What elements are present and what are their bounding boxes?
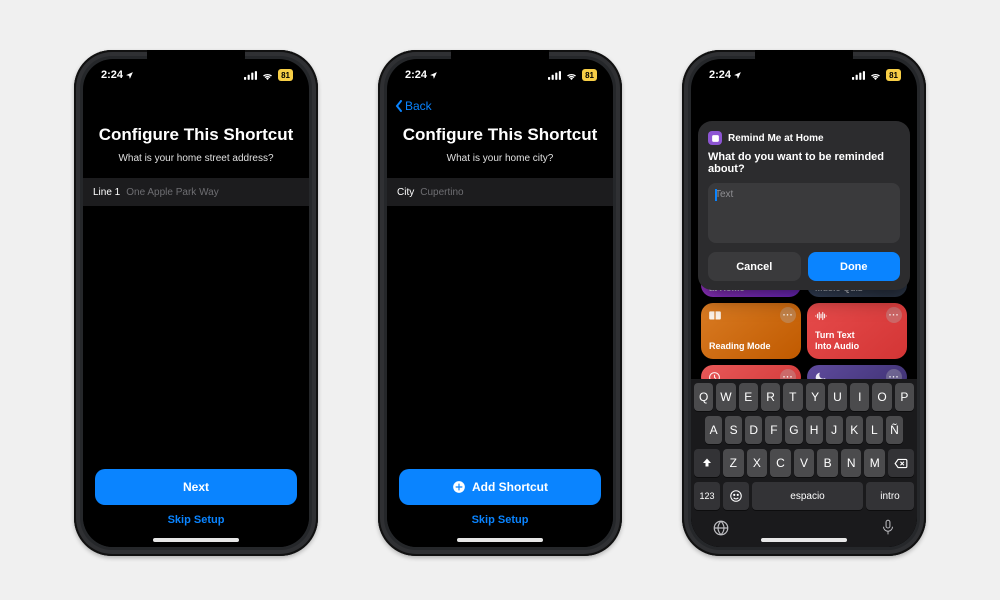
key-y[interactable]: Y <box>806 383 825 411</box>
key-g[interactable]: G <box>785 416 802 444</box>
key-n[interactable]: N <box>841 449 862 477</box>
more-icon[interactable]: ··· <box>780 307 796 323</box>
backspace-icon <box>894 458 908 469</box>
prompt-text-input[interactable]: Text <box>708 183 900 243</box>
shortcut-app-icon <box>708 131 722 145</box>
key-m[interactable]: M <box>864 449 885 477</box>
tile-turn-text-into-audio[interactable]: ··· Turn Text Into Audio <box>807 303 907 359</box>
location-icon <box>733 71 742 80</box>
cell-signal-icon <box>548 71 561 80</box>
keyboard-row-4: 123 espacio intro <box>694 482 914 510</box>
battery-badge: 81 <box>582 69 597 81</box>
key-x[interactable]: X <box>747 449 768 477</box>
status-time: 2:24 <box>101 69 123 81</box>
more-icon[interactable]: ··· <box>886 307 902 323</box>
cell-signal-icon <box>244 71 257 80</box>
status-time: 2:24 <box>709 69 731 81</box>
backspace-key[interactable] <box>888 449 914 477</box>
phone-2: 2:24 81 Back Configure This Shortcut <box>378 50 622 556</box>
page-subtitle: What is your home city? <box>387 153 613 164</box>
add-shortcut-button[interactable]: Add Shortcut <box>399 469 601 505</box>
emoji-key[interactable] <box>723 482 749 510</box>
wifi-icon <box>261 71 274 80</box>
key-e[interactable]: E <box>739 383 758 411</box>
key-i[interactable]: I <box>850 383 869 411</box>
key-h[interactable]: H <box>806 416 823 444</box>
status-bar: 2:24 81 <box>691 59 917 91</box>
key-r[interactable]: R <box>761 383 780 411</box>
key-d[interactable]: D <box>745 416 762 444</box>
next-button[interactable]: Next <box>95 469 297 505</box>
cancel-button[interactable]: Cancel <box>708 252 801 281</box>
key-a[interactable]: A <box>705 416 722 444</box>
key-z[interactable]: Z <box>723 449 744 477</box>
key-o[interactable]: O <box>872 383 891 411</box>
field-placeholder: One Apple Park Way <box>126 187 299 198</box>
page-subtitle: What is your home street address? <box>83 153 309 164</box>
key-k[interactable]: K <box>846 416 863 444</box>
keyboard: QWERTYUIOP ASDFGHJKLÑ ZXCVBNM 123 <box>691 379 917 547</box>
location-icon <box>429 71 438 80</box>
keyboard-row-3: ZXCVBNM <box>694 449 914 477</box>
home-indicator[interactable] <box>457 538 543 542</box>
back-button[interactable]: Back <box>395 99 432 113</box>
field-label: City <box>397 187 414 198</box>
key-f[interactable]: F <box>765 416 782 444</box>
shift-key[interactable] <box>694 449 720 477</box>
shortcuts-grid: at Home Music Quiz ··· Reading Mode <box>691 277 917 389</box>
key-q[interactable]: Q <box>694 383 713 411</box>
keyboard-row-1: QWERTYUIOP <box>694 383 914 411</box>
wifi-icon <box>565 71 578 80</box>
return-key[interactable]: intro <box>866 482 914 510</box>
numbers-key[interactable]: 123 <box>694 482 720 510</box>
key-c[interactable]: C <box>770 449 791 477</box>
home-indicator[interactable] <box>761 538 847 542</box>
field-label: Line 1 <box>93 187 120 198</box>
key-ñ[interactable]: Ñ <box>886 416 903 444</box>
chevron-left-icon <box>395 100 403 112</box>
wifi-icon <box>869 71 882 80</box>
status-time: 2:24 <box>405 69 427 81</box>
key-t[interactable]: T <box>783 383 802 411</box>
key-b[interactable]: B <box>817 449 838 477</box>
location-icon <box>125 71 134 80</box>
shift-icon <box>701 457 713 469</box>
key-s[interactable]: S <box>725 416 742 444</box>
prompt-card: Remind Me at Home What do you want to be… <box>698 121 910 290</box>
address-line1-field[interactable]: Line 1 One Apple Park Way <box>83 178 309 206</box>
phone-1: 2:24 81 Configure This Shortcut What is … <box>74 50 318 556</box>
device-notch <box>451 50 549 72</box>
home-indicator[interactable] <box>153 538 239 542</box>
prompt-app-name: Remind Me at Home <box>728 133 824 144</box>
key-u[interactable]: U <box>828 383 847 411</box>
prompt-question: What do you want to be reminded about? <box>708 151 900 175</box>
page-title: Configure This Shortcut <box>387 125 613 145</box>
globe-icon[interactable] <box>712 519 730 542</box>
done-button[interactable]: Done <box>808 252 901 281</box>
key-p[interactable]: P <box>895 383 914 411</box>
emoji-icon <box>729 489 743 503</box>
tile-reading-mode[interactable]: ··· Reading Mode <box>701 303 801 359</box>
phone-3: 2:24 81 Remind Me at Home <box>682 50 926 556</box>
keyboard-row-2: ASDFGHJKLÑ <box>694 416 914 444</box>
cell-signal-icon <box>852 71 865 80</box>
mic-icon[interactable] <box>880 519 896 542</box>
city-field[interactable]: City Cupertino <box>387 178 613 206</box>
key-v[interactable]: V <box>794 449 815 477</box>
page-title: Configure This Shortcut <box>83 125 309 145</box>
key-l[interactable]: L <box>866 416 883 444</box>
skip-setup-button[interactable]: Skip Setup <box>162 513 231 527</box>
space-key[interactable]: espacio <box>752 482 863 510</box>
battery-badge: 81 <box>886 69 901 81</box>
key-w[interactable]: W <box>716 383 735 411</box>
book-icon <box>708 309 722 325</box>
device-notch <box>147 50 245 72</box>
skip-setup-button[interactable]: Skip Setup <box>466 513 535 527</box>
waveform-icon <box>814 309 828 325</box>
prompt-placeholder: Text <box>715 189 733 200</box>
field-placeholder: Cupertino <box>420 187 603 198</box>
battery-badge: 81 <box>278 69 293 81</box>
plus-circle-icon <box>452 480 466 494</box>
key-j[interactable]: J <box>826 416 843 444</box>
